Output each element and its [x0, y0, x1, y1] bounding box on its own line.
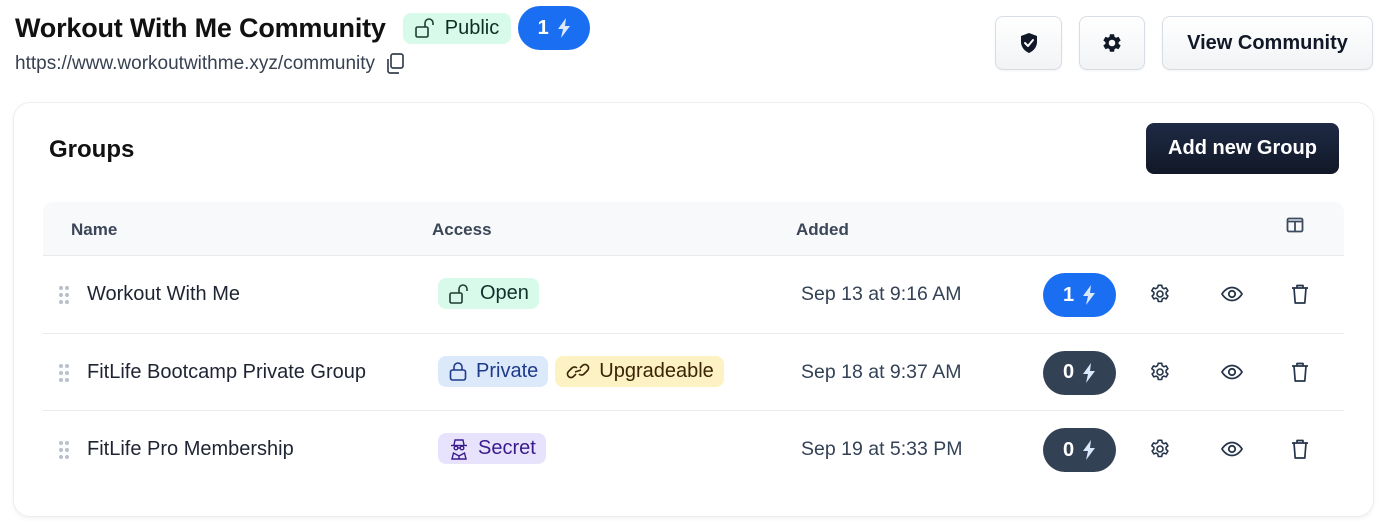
copy-icon[interactable]: [385, 53, 405, 75]
table-row[interactable]: FitLife Bootcamp Private Group Private U…: [43, 334, 1344, 411]
delete-trash-icon[interactable]: [1288, 437, 1312, 461]
group-settings-icon[interactable]: [1148, 437, 1172, 461]
column-header-added[interactable]: Added: [796, 220, 849, 240]
lightning-icon: [1082, 285, 1096, 305]
access-badge-secret: Secret: [438, 433, 546, 464]
delete-trash-icon[interactable]: [1288, 360, 1312, 384]
visibility-badge: Public: [402, 12, 512, 44]
group-settings-icon[interactable]: [1148, 360, 1172, 384]
bolt-count: 1: [537, 16, 549, 39]
bolt-count-pill[interactable]: 1: [518, 6, 591, 50]
drag-handle-icon[interactable]: [58, 363, 70, 383]
settings-button[interactable]: [1079, 16, 1145, 70]
drag-handle-icon[interactable]: [58, 440, 70, 460]
bolt-count-pill[interactable]: 0: [1043, 350, 1116, 395]
preview-eye-icon[interactable]: [1220, 437, 1244, 461]
added-date: Sep 13 at 9:16 AM: [801, 283, 962, 305]
lightning-icon: [1082, 440, 1096, 460]
column-header-name[interactable]: Name: [71, 220, 117, 240]
bolt-count: 0: [1062, 438, 1075, 461]
page-header: Workout With Me Community Public 1: [15, 6, 591, 50]
table-row[interactable]: FitLife Pro Membership Secret Sep 19 at …: [43, 411, 1344, 489]
groups-title: Groups: [49, 136, 135, 163]
access-badge-upgradeable: Upgradeable: [555, 355, 724, 387]
group-settings-icon[interactable]: [1148, 282, 1172, 306]
lock-closed-icon: [449, 361, 467, 381]
add-group-button[interactable]: Add new Group: [1146, 123, 1339, 174]
group-name[interactable]: FitLife Pro Membership: [87, 438, 294, 461]
drag-handle-icon[interactable]: [58, 285, 70, 305]
access-label: Open: [480, 282, 529, 304]
groups-table: Name Access Added Workout With Me Open S…: [43, 202, 1344, 489]
preview-eye-icon[interactable]: [1220, 282, 1244, 306]
access-badge-open: Open: [438, 278, 539, 309]
gear-icon: [1101, 32, 1123, 54]
access-badges: Open: [438, 278, 539, 309]
added-date: Sep 18 at 9:37 AM: [801, 360, 962, 383]
access-label: Upgradeable: [599, 359, 714, 382]
preview-eye-icon[interactable]: [1220, 360, 1244, 384]
access-label: Private: [476, 359, 539, 382]
spy-icon: [449, 438, 469, 460]
table-header: Name Access Added: [43, 202, 1344, 256]
access-badges: Secret: [438, 433, 546, 464]
moderation-button[interactable]: [995, 16, 1062, 70]
bolt-count: 1: [1062, 283, 1075, 306]
link-icon: [566, 361, 590, 381]
added-date: Sep 19 at 5:33 PM: [801, 438, 963, 460]
lightning-icon: [1082, 362, 1096, 383]
groups-card: Groups Add new Group Name Access Added W…: [14, 103, 1373, 516]
access-label: Secret: [478, 437, 536, 459]
group-name[interactable]: FitLife Bootcamp Private Group: [87, 361, 366, 384]
lightning-icon: [557, 18, 571, 38]
page-title: Workout With Me Community: [15, 12, 386, 43]
shield-check-icon: [1019, 32, 1039, 54]
community-url-row: https://www.workoutwithme.xyz/community: [15, 53, 405, 75]
visibility-label: Public: [444, 16, 500, 39]
access-badges: Private Upgradeable: [438, 355, 724, 387]
delete-trash-icon[interactable]: [1288, 282, 1312, 306]
community-url[interactable]: https://www.workoutwithme.xyz/community: [15, 53, 375, 75]
column-header-access[interactable]: Access: [432, 220, 492, 240]
access-badge-private: Private: [438, 355, 549, 387]
lock-open-icon: [449, 283, 471, 304]
columns-layout-icon[interactable]: [1286, 217, 1304, 233]
bolt-count-pill[interactable]: 0: [1043, 428, 1116, 472]
bolt-count: 0: [1062, 361, 1075, 383]
group-name[interactable]: Workout With Me: [87, 283, 240, 306]
bolt-count-pill[interactable]: 1: [1043, 273, 1116, 317]
view-community-button[interactable]: View Community: [1162, 16, 1373, 70]
lock-open-icon: [414, 18, 437, 38]
table-row[interactable]: Workout With Me Open Sep 13 at 9:16 AM 1: [43, 256, 1344, 334]
